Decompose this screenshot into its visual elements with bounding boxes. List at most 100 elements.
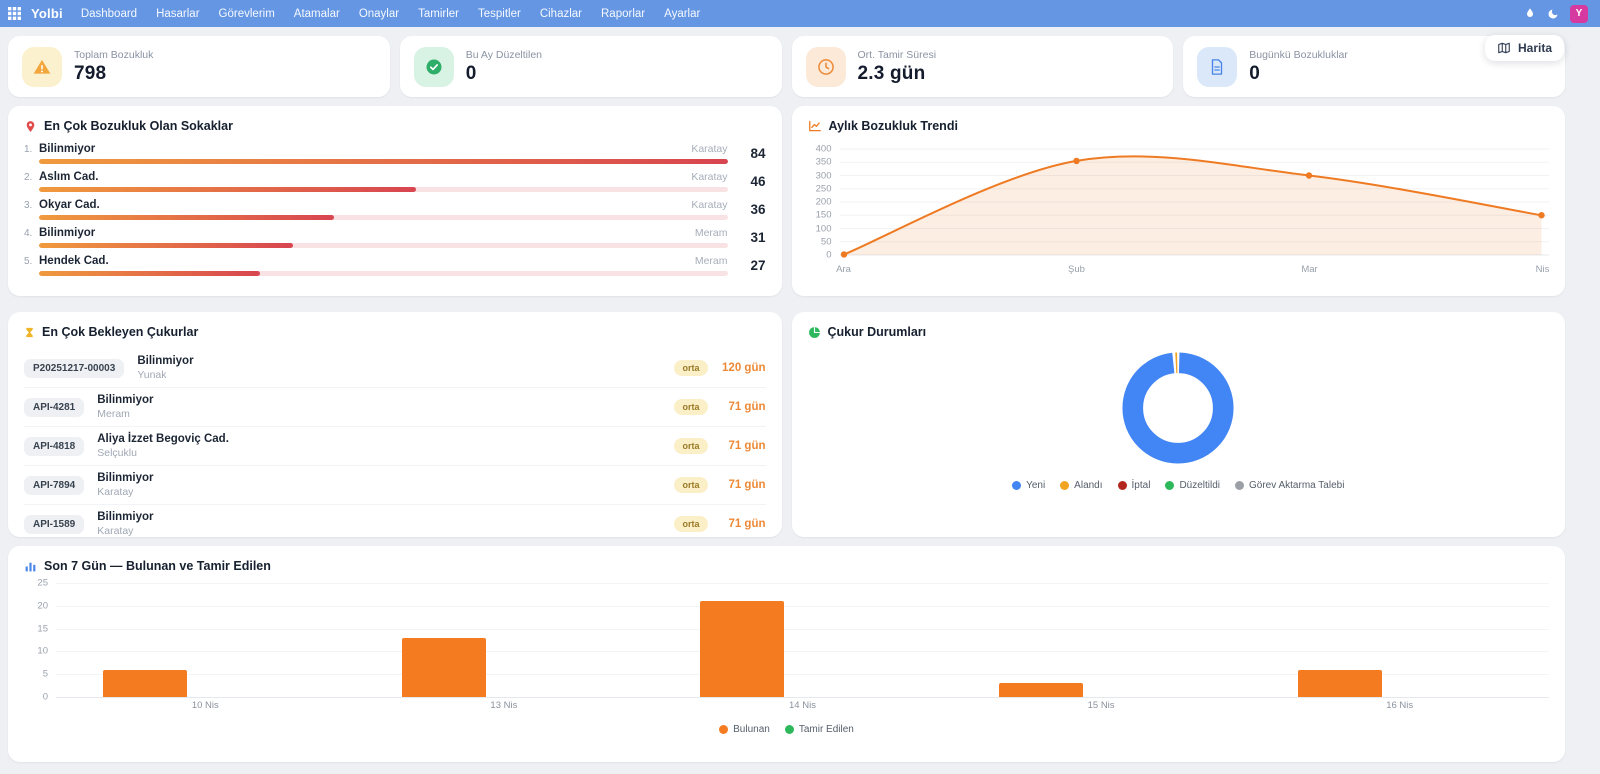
- trend-point-Ara[interactable]: [840, 251, 846, 257]
- street-district: Meram: [695, 255, 728, 267]
- street-bar-fill: [39, 271, 260, 276]
- severity-badge: orta: [674, 360, 707, 376]
- bar-chart-icon: [24, 560, 37, 573]
- pothole-district: Meram: [97, 408, 153, 421]
- trend-point-Şub[interactable]: [1073, 158, 1079, 164]
- y-tick-label: 350: [816, 157, 832, 168]
- legend-item[interactable]: Görev Aktarma Talebi: [1235, 480, 1344, 491]
- legend-label: İptal: [1132, 480, 1151, 491]
- y-tick-label: 50: [821, 236, 832, 247]
- nav-item-cihazlar[interactable]: Cihazlar: [540, 8, 582, 20]
- pending-row[interactable]: API-1589 Bilinmiyor Karatay orta 71 gün: [24, 504, 766, 543]
- bars-x-axis: 10 Nis13 Nis14 Nis15 Nis16 Nis: [56, 700, 1549, 711]
- y-tick-label: 5: [43, 669, 48, 680]
- street-district: Karatay: [691, 143, 727, 155]
- panel-last7days: Son 7 Gün — Bulunan ve Tamir Edilen 0510…: [8, 546, 1565, 762]
- legend-item[interactable]: İptal: [1118, 480, 1151, 491]
- bar-bulunan-13-nis[interactable]: [402, 638, 486, 697]
- stat-card-toplam-bozukluk: Toplam Bozukluk 798: [8, 36, 390, 97]
- pending-row[interactable]: P20251217-00003 Bilinmiyor Yunak orta 12…: [24, 349, 766, 387]
- street-count: 46: [736, 174, 766, 189]
- bar-bulunan-14-nis[interactable]: [700, 601, 784, 697]
- legend-label: Alandı: [1074, 480, 1102, 491]
- street-bar-fill: [39, 215, 334, 220]
- trend-point-Mar[interactable]: [1305, 172, 1311, 178]
- donut-segment-Yeni[interactable]: [1133, 363, 1223, 453]
- legend-dot: [719, 725, 728, 734]
- nav-item-dashboard[interactable]: Dashboard: [81, 8, 137, 20]
- street-count: 27: [736, 258, 766, 273]
- nav-item-onaylar[interactable]: Onaylar: [359, 8, 399, 20]
- severity-badge: orta: [674, 477, 707, 493]
- bar-bulunan-10-nis[interactable]: [103, 670, 187, 697]
- brand-logo[interactable]: Yolbi: [31, 6, 63, 21]
- stat-label: Ort. Tamir Süresi: [858, 49, 937, 61]
- street-bar-track: [39, 215, 728, 220]
- stat-value: 0: [466, 63, 542, 85]
- street-bar-track: [39, 271, 728, 276]
- panel-title: Çukur Durumları: [828, 325, 927, 339]
- nav-item-raporlar[interactable]: Raporlar: [601, 8, 645, 20]
- street-rank: 5.: [24, 256, 39, 267]
- pothole-district: Karatay: [97, 486, 153, 499]
- x-tick-label: 16 Nis: [1250, 700, 1549, 711]
- x-tick-label: 14 Nis: [653, 700, 952, 711]
- pothole-name: Aliya İzzet Begoviç Cad.: [97, 433, 229, 446]
- legend-item[interactable]: Tamir Edilen: [785, 724, 854, 735]
- x-tick-label: 13 Nis: [355, 700, 654, 711]
- droplet-icon[interactable]: [1524, 7, 1536, 20]
- bar-group-10 Nis: [56, 583, 355, 697]
- nav-item-tamirler[interactable]: Tamirler: [418, 8, 459, 20]
- severity-badge: orta: [674, 438, 707, 454]
- stat-card-bu-ay-duzeltilen: Bu Ay Düzeltilen 0: [400, 36, 782, 97]
- waiting-days: 71 gün: [720, 401, 766, 413]
- hourglass-icon: [24, 326, 35, 339]
- pending-row[interactable]: API-4818 Aliya İzzet Begoviç Cad. Selçuk…: [24, 426, 766, 465]
- donut-legend: Yeni Alandı İptal Düzeltildi Görev Aktarma T…: [808, 480, 1550, 491]
- bar-bulunan-16-nis[interactable]: [1298, 670, 1382, 697]
- legend-dot: [1165, 481, 1174, 490]
- pothole-code-badge: API-4281: [24, 398, 84, 417]
- nav-item-tespitler[interactable]: Tespitler: [478, 8, 521, 20]
- street-row: 2. Aslım Cad. Karatay 46: [24, 171, 766, 192]
- map-pin-icon: [24, 120, 37, 133]
- y-tick-label: 0: [43, 692, 48, 703]
- waiting-days: 71 gün: [720, 440, 766, 452]
- street-rank: 3.: [24, 200, 39, 211]
- bar-bulunan-15-nis[interactable]: [999, 683, 1083, 697]
- legend-dot: [1118, 481, 1127, 490]
- street-bar-track: [39, 159, 728, 164]
- legend-item[interactable]: Düzeltildi: [1165, 480, 1220, 491]
- y-tick-label: 200: [816, 197, 832, 208]
- street-bar-fill: [39, 243, 293, 248]
- pending-row[interactable]: API-4281 Bilinmiyor Meram orta 71 gün: [24, 387, 766, 426]
- trend-plot-area[interactable]: [840, 143, 1550, 261]
- stat-value: 798: [74, 63, 153, 85]
- pothole-name: Bilinmiyor: [97, 472, 153, 485]
- pothole-code-badge: P20251217-00003: [24, 359, 124, 378]
- trend-point-Nis[interactable]: [1538, 212, 1544, 218]
- nav-item-hasarlar[interactable]: Hasarlar: [156, 8, 199, 20]
- user-avatar[interactable]: Y: [1570, 5, 1588, 23]
- check-circle-icon: [414, 47, 454, 87]
- top-navbar: Yolbi Dashboard Hasarlar Görevlerim Atam…: [0, 0, 1600, 27]
- legend-dot: [785, 725, 794, 734]
- waiting-days: 71 gün: [720, 479, 766, 491]
- nav-item-atamalar[interactable]: Atamalar: [294, 8, 340, 20]
- legend-item[interactable]: Alandı: [1060, 480, 1102, 491]
- legend-item[interactable]: Bulunan: [719, 724, 770, 735]
- nav-item-ayarlar[interactable]: Ayarlar: [664, 8, 700, 20]
- map-button[interactable]: Harita: [1485, 35, 1564, 61]
- bar-groups: [56, 583, 1549, 697]
- street-bar-fill: [39, 187, 416, 192]
- pending-row[interactable]: API-7894 Bilinmiyor Karatay orta 71 gün: [24, 465, 766, 504]
- y-tick-label: 10: [37, 646, 48, 657]
- street-rank: 4.: [24, 228, 39, 239]
- monthly-trend-chart: 050100150200250300350400 AraŞubMarNis: [808, 143, 1550, 277]
- street-name: Bilinmiyor: [39, 143, 691, 155]
- nav-item-gorevlerim[interactable]: Görevlerim: [219, 8, 275, 20]
- y-tick-label: 0: [826, 250, 831, 261]
- legend-item[interactable]: Yeni: [1012, 480, 1045, 491]
- moon-icon[interactable]: [1547, 8, 1559, 20]
- app-grid-icon[interactable]: [8, 7, 21, 20]
